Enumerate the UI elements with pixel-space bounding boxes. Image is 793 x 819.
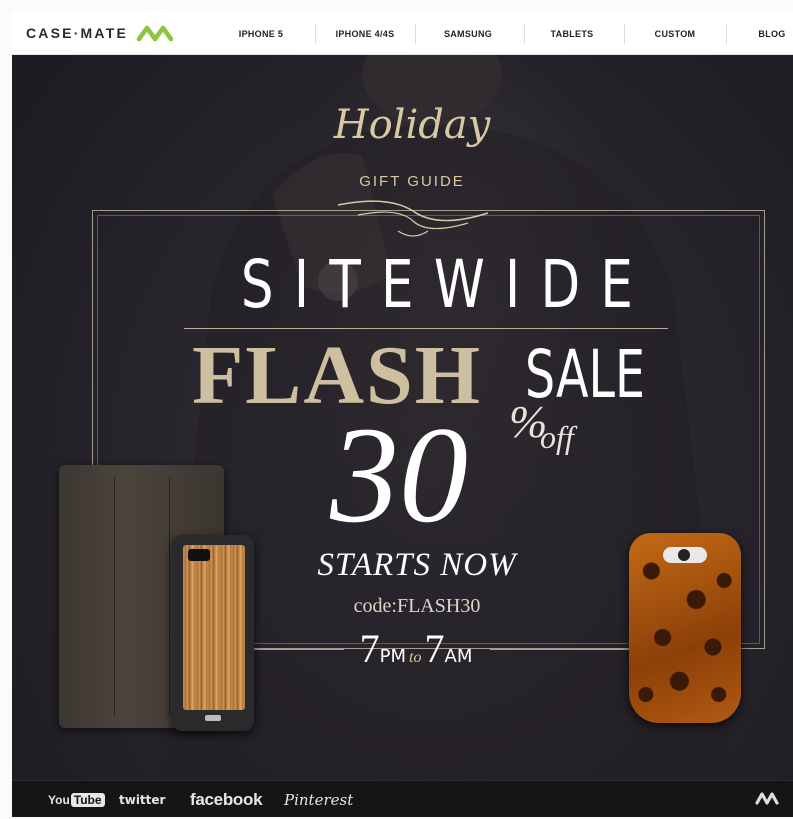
gift-guide-label: GIFT GUIDE (359, 173, 465, 190)
nav-item-iphone5[interactable]: IPHONE 5 (231, 12, 291, 54)
promo-code: code:FLASH30 (353, 595, 481, 617)
folio-fold (169, 477, 170, 716)
nav-item-samsung[interactable]: SAMSUNG (432, 12, 504, 54)
nav-item-tablets[interactable]: TABLETS (540, 12, 604, 54)
discount-amount: 30 (330, 398, 468, 551)
starts-now-label: STARTS NOW (317, 547, 517, 583)
brand-name: CASE·MATE (26, 25, 128, 41)
nav-item-blog[interactable]: BLOG (754, 12, 790, 54)
facebook-link[interactable]: facebook (190, 781, 263, 817)
camera-cutout (663, 547, 707, 563)
social-footer: You Tube twitter facebook Pinterest (12, 780, 793, 817)
camera-cutout (188, 549, 210, 561)
hero-banner[interactable]: Holiday GIFT GUIDE SITEWIDE FLASH SALE 3… (12, 55, 793, 780)
footer-logo-icon[interactable] (755, 791, 783, 805)
twitter-link[interactable]: twitter (119, 781, 165, 817)
sitewide-heading: SITEWIDE (240, 246, 654, 323)
holiday-heading: Holiday (333, 102, 491, 148)
to-label: to (409, 649, 422, 666)
start-hour: 7 (359, 626, 380, 671)
nav-item-custom[interactable]: CUSTOM (640, 12, 710, 54)
sale-hours: 7PM to7AM (342, 625, 490, 672)
nav-divider (415, 24, 416, 44)
tortoise-phone-case[interactable] (629, 533, 741, 723)
wood-grain-panel (183, 545, 245, 710)
folio-fold (114, 477, 115, 716)
nav-divider (315, 24, 316, 44)
brand-logo[interactable]: CASE·MATE (26, 24, 178, 42)
pinterest-link[interactable]: Pinterest (284, 781, 353, 817)
youtube-link[interactable]: You Tube (48, 781, 105, 817)
nav-divider (524, 24, 525, 44)
logo-mark-icon (136, 25, 174, 42)
nav-divider (726, 24, 727, 44)
flourish-ornament (337, 200, 489, 237)
wood-phone-case[interactable] (172, 535, 254, 731)
youtube-tube: Tube (70, 793, 105, 807)
case-badge (205, 715, 221, 721)
youtube-you: You (48, 793, 70, 807)
start-unit: PM (379, 646, 407, 667)
nav-divider (624, 24, 625, 44)
nav-item-iphone4[interactable]: IPHONE 4/4S (325, 12, 405, 54)
time-rule-right (490, 649, 630, 650)
top-nav: CASE·MATE IPHONE 5 IPHONE 4/4S SAMSUNG T… (12, 12, 793, 55)
off-label: off (540, 419, 574, 455)
time-rule-left (252, 649, 344, 650)
end-hour: 7 (424, 626, 445, 671)
end-unit: AM (444, 646, 473, 667)
